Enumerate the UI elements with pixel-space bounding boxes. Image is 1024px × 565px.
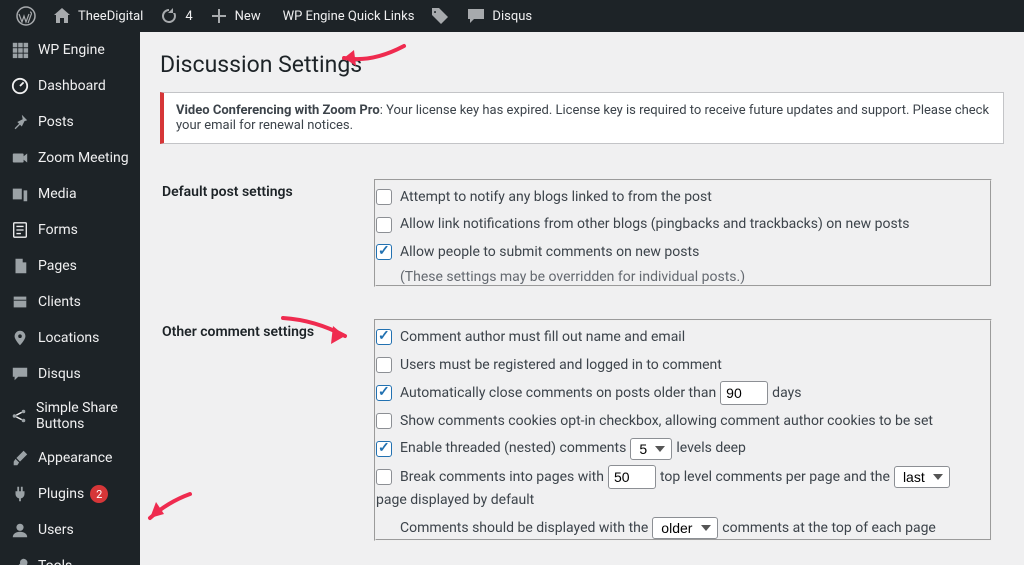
sidebar-item-label: Plugins [38,486,84,502]
sidebar-item-simple-share-buttons[interactable]: Simple Share Buttons [0,392,140,440]
checkbox-paginate[interactable] [376,469,392,485]
checkbox-allow-comments[interactable] [376,244,392,260]
sidebar-item-forms[interactable]: Forms [0,212,140,248]
opt-require-registered[interactable]: Users must be registered and logged in t… [376,354,990,376]
share-icon [10,406,28,426]
sidebar-item-zoom-meeting[interactable]: Zoom Meeting [0,140,140,176]
admin-topbar: TheeDigital 4 New WP Engine Quick Links … [0,0,1024,32]
refresh-icon [159,6,179,26]
content-area: Discussion Settings Video Conferencing w… [140,32,1024,565]
sidebar-item-label: Forms [38,222,78,238]
checkbox-notify-blogs[interactable] [376,189,392,205]
dashboard-icon [10,76,30,96]
wrench-icon [10,556,30,565]
media-icon [10,184,30,204]
disqus-topbar[interactable]: Disqus [458,0,540,32]
other-comment-fieldset: Comment author must fill out name and em… [374,319,992,541]
locations-icon [10,328,30,348]
opt-auto-close[interactable]: Automatically close comments on posts ol… [376,381,990,405]
tag-icon [430,6,450,26]
user-icon [10,520,30,540]
sidebar-item-label: Zoom Meeting [38,150,129,166]
sidebar-item-posts[interactable]: Posts [0,104,140,140]
forms-icon [10,220,30,240]
home-icon [52,6,72,26]
comment-icon [10,364,30,384]
opt-notify-blogs[interactable]: Attempt to notify any blogs linked to fr… [376,186,990,208]
pin-icon [10,112,30,132]
updates-count: 4 [185,9,192,24]
sidebar-item-pages[interactable]: Pages [0,248,140,284]
sidebar-item-appearance[interactable]: Appearance [0,440,140,476]
section-heading-default-post: Default post settings [162,164,362,302]
sidebar-item-label: Users [38,522,74,538]
license-notice: Video Conferencing with Zoom Pro: Your l… [160,92,1004,144]
sidebar-item-label: Tools [38,558,72,565]
pages-icon [10,256,30,276]
select-default-page[interactable]: last [894,466,950,488]
select-order[interactable]: older [652,517,718,539]
sidebar-item-label: Media [38,186,77,202]
select-thread-levels[interactable]: 5 [630,438,672,460]
checkbox-auto-close[interactable] [376,385,392,401]
clients-icon [10,292,30,312]
sidebar-item-tools[interactable]: Tools [0,548,140,565]
sidebar-item-label: WP Engine [38,42,105,58]
checkbox-threaded[interactable] [376,441,392,457]
admin-sidebar: WP Engine Dashboard Posts Zoom Meeting Media… [0,32,140,565]
brush-icon [10,448,30,468]
sidebar-item-label: Posts [38,114,74,130]
opt-paginate[interactable]: Break comments into pages with top level… [376,465,990,511]
plus-icon [209,6,229,26]
checkbox-allow-pingbacks[interactable] [376,217,392,233]
sidebar-item-label: Appearance [38,450,112,466]
updates-link[interactable]: 4 [151,0,200,32]
sidebar-item-label: Pages [38,258,77,274]
default-post-fieldset: Attempt to notify any blogs linked to fr… [374,179,992,287]
notice-prefix: Video Conferencing with Zoom Pro [176,103,380,118]
wp-engine-quicklinks[interactable]: WP Engine Quick Links [269,0,423,32]
section-heading-email: Email me whenever [162,558,362,565]
sidebar-item-locations[interactable]: Locations [0,320,140,356]
site-name-link[interactable]: TheeDigital [44,0,151,32]
sidebar-badge: 2 [90,485,108,503]
wordpress-icon [16,6,36,26]
input-per-page[interactable] [608,465,656,489]
sidebar-item-label: Simple Share Buttons [36,400,132,432]
sidebar-item-users[interactable]: Users [0,512,140,548]
new-label: New [235,9,261,24]
section-heading-other: Other comment settings [162,304,362,556]
wp-logo[interactable] [8,0,44,32]
camera-icon [10,148,30,168]
checkbox-require-registered[interactable] [376,357,392,373]
page-title: Discussion Settings [160,42,1004,82]
opt-threaded[interactable]: Enable threaded (nested) comments 5 leve… [376,437,990,459]
opt-cookies-optin[interactable]: Show comments cookies opt-in checkbox, a… [376,410,990,432]
sidebar-item-clients[interactable]: Clients [0,284,140,320]
sidebar-item-label: Disqus [38,366,81,382]
topbar-icon-1[interactable] [422,0,458,32]
new-link[interactable]: New [201,0,269,32]
opt-display-order: Comments should be displayed with the ol… [400,517,990,539]
comment-icon [466,6,486,26]
checkbox-require-name-email[interactable] [376,329,392,345]
grid-icon [10,40,30,60]
opt-allow-comments[interactable]: Allow people to submit comments on new p… [376,241,990,263]
sidebar-item-disqus[interactable]: Disqus [0,356,140,392]
opt-allow-pingbacks[interactable]: Allow link notifications from other blog… [376,213,990,235]
sidebar-item-plugins[interactable]: Plugins 2 [0,476,140,512]
checkbox-cookies-optin[interactable] [376,413,392,429]
sidebar-item-label: Dashboard [38,78,106,94]
opt-require-name-email[interactable]: Comment author must fill out name and em… [376,326,990,348]
input-close-days[interactable] [720,381,768,405]
sidebar-item-wp-engine[interactable]: WP Engine [0,32,140,68]
sidebar-item-label: Clients [38,294,81,310]
site-name: TheeDigital [78,9,143,24]
plugin-icon [10,484,30,504]
sidebar-item-dashboard[interactable]: Dashboard [0,68,140,104]
sidebar-item-label: Locations [38,330,99,346]
sidebar-item-media[interactable]: Media [0,176,140,212]
default-post-note: (These settings may be overridden for in… [400,269,990,285]
